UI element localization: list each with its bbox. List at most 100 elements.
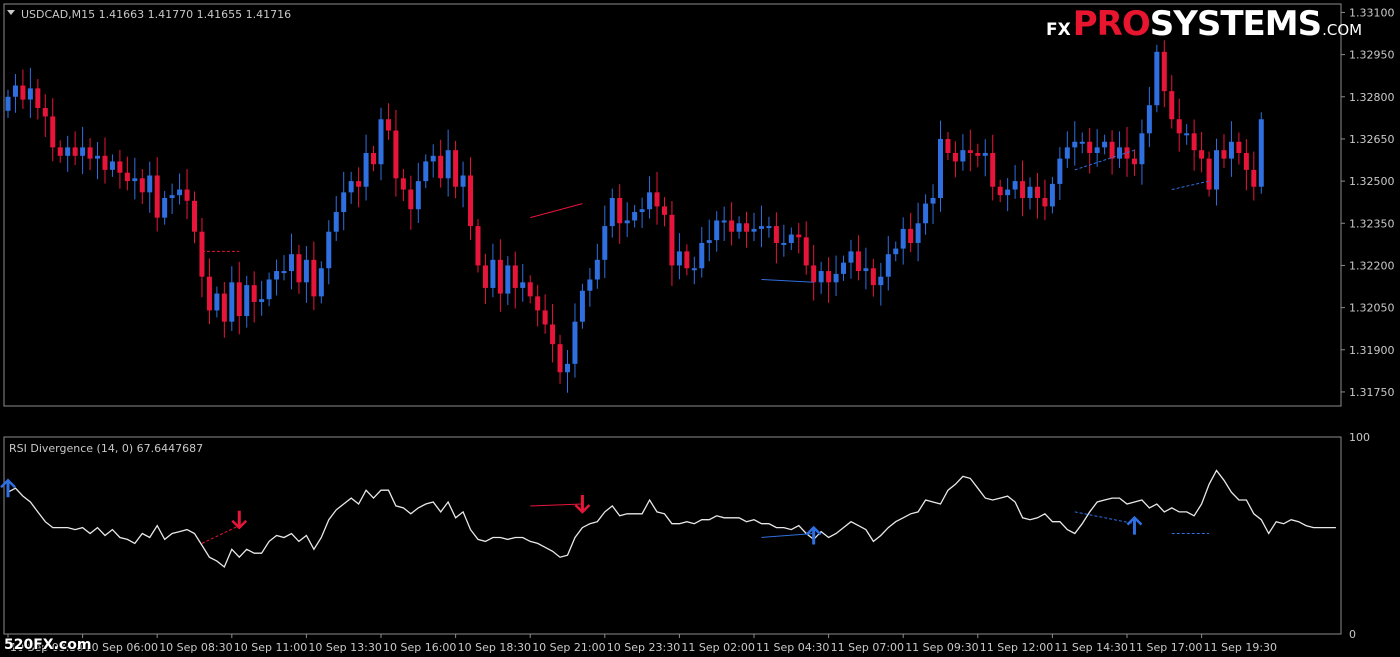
sell-arrow-icon: [231, 510, 248, 530]
candle: [766, 216, 772, 238]
candle: [1221, 134, 1227, 168]
candle-body: [811, 265, 817, 283]
candle-body: [535, 296, 541, 311]
candle: [438, 139, 444, 188]
candle-body: [50, 116, 56, 148]
candle: [1176, 98, 1182, 152]
candle-body: [266, 279, 272, 300]
time-tick-label: 10 Sep 21:00: [532, 641, 605, 654]
candle: [535, 284, 541, 327]
candle-body: [930, 197, 936, 204]
candle: [930, 184, 936, 225]
candle: [602, 205, 608, 279]
candle-body: [848, 251, 854, 263]
candle: [639, 197, 645, 229]
candle: [982, 139, 988, 177]
candle: [363, 134, 369, 201]
candle: [281, 255, 287, 281]
candle: [1139, 119, 1145, 185]
price-divergence-line: [530, 203, 583, 219]
candle-body: [699, 242, 705, 269]
candle: [647, 176, 653, 219]
candle-body: [878, 276, 884, 286]
candle-body: [1012, 181, 1018, 190]
candle: [1251, 151, 1257, 201]
candle-body: [1064, 147, 1070, 159]
candle: [468, 157, 474, 240]
candle-body: [855, 251, 861, 272]
divergence-signals: [0, 478, 1143, 545]
candle-body: [65, 147, 71, 156]
candle: [20, 69, 26, 109]
candle-body: [1124, 147, 1130, 159]
candle: [214, 286, 220, 318]
candle: [773, 212, 779, 264]
candle: [1199, 131, 1205, 173]
candle: [863, 247, 869, 290]
candle-body: [833, 273, 839, 283]
candle: [758, 205, 764, 248]
candle-body: [1087, 141, 1093, 153]
candle-body: [408, 189, 414, 210]
candle: [833, 255, 839, 297]
candle: [1161, 40, 1167, 108]
candle: [326, 220, 332, 285]
candle-body: [661, 206, 667, 215]
price-tick-label: 1.32500: [1349, 175, 1395, 188]
candle-body: [1072, 141, 1078, 148]
candle: [572, 303, 578, 378]
candle-body: [520, 282, 526, 288]
candle: [296, 244, 302, 294]
candle-body: [945, 138, 951, 153]
candle-body: [482, 265, 488, 288]
candle: [35, 79, 41, 120]
candle-body: [169, 195, 175, 198]
candle: [1154, 44, 1160, 113]
candle-body: [326, 231, 332, 269]
candle-body: [990, 152, 996, 187]
candle: [1191, 119, 1197, 171]
candle: [1243, 139, 1249, 191]
candle-body: [423, 161, 429, 182]
candle: [699, 226, 705, 278]
candle-body: [12, 85, 18, 97]
candle-body: [758, 226, 764, 229]
price-tick-label: 1.32650: [1349, 133, 1395, 146]
candle-body: [363, 152, 369, 187]
candle-body: [20, 85, 26, 100]
time-tick-label: 11 Sep 14:30: [1054, 641, 1127, 654]
candle-body: [1005, 189, 1011, 196]
candle: [27, 67, 33, 118]
collapse-triangle-icon[interactable]: [7, 10, 15, 15]
candle-body: [781, 242, 787, 245]
candle: [1131, 149, 1137, 176]
candle: [960, 134, 966, 171]
candle: [1228, 121, 1234, 177]
candle-body: [893, 248, 899, 255]
candle-body: [236, 282, 242, 317]
time-tick-label: 10 Sep 06:00: [85, 641, 158, 654]
candle: [490, 243, 496, 298]
candle: [139, 169, 145, 204]
candle: [177, 173, 183, 205]
candle: [624, 202, 630, 238]
rsi-divergence-line: [530, 503, 583, 507]
time-tick-label: 11 Sep 04:30: [756, 641, 829, 654]
candle-body: [915, 223, 921, 243]
candle: [206, 258, 212, 325]
candle-body: [714, 220, 720, 241]
price-tick-label: 1.32800: [1349, 91, 1395, 104]
candle-body: [885, 254, 891, 277]
candle-body: [654, 192, 660, 207]
candle: [12, 73, 18, 113]
candle-body: [177, 189, 183, 196]
candle: [251, 271, 257, 323]
candle-body: [1117, 147, 1123, 159]
candle: [415, 162, 421, 223]
candle: [348, 171, 354, 204]
rsi-divergence-line: [201, 525, 240, 544]
candle-body: [788, 234, 794, 243]
rsi-divergence-line: [761, 533, 814, 538]
time-tick-label: 11 Sep 17:00: [1129, 641, 1202, 654]
candle-body: [721, 220, 727, 223]
